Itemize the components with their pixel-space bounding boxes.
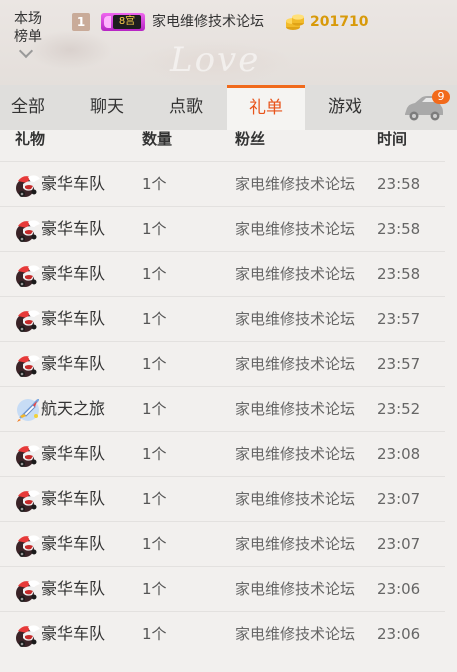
vip-wing-icon [104, 16, 111, 28]
table-row: 豪华车队 1个 家电维修技术论坛 23:06 [0, 611, 445, 657]
tab-all[interactable]: 全部 [0, 85, 56, 130]
fan-name[interactable]: 家电维修技术论坛 [235, 207, 355, 251]
gift-name: 豪华车队 [41, 174, 106, 193]
gift-time: 23:06 [377, 625, 421, 643]
gift-time: 23:57 [377, 310, 421, 328]
gift-quantity: 1个 [142, 490, 167, 508]
gift-quantity: 1个 [142, 400, 167, 418]
fan-name[interactable]: 家电维修技术论坛 [235, 162, 355, 206]
gift-name: 豪华车队 [41, 444, 106, 463]
header-time: 时间 [377, 130, 408, 148]
gift-time: 23:07 [377, 535, 421, 553]
gift-quantity: 1个 [142, 355, 167, 373]
fan-name[interactable]: 家电维修技术论坛 [235, 477, 355, 521]
car-count-badge: 9 [432, 90, 450, 104]
luxury-fleet-icon [14, 441, 42, 469]
tab-song-request[interactable]: 点歌 [157, 85, 215, 130]
header-quantity: 数量 [142, 130, 173, 148]
gift-time: 23:08 [377, 445, 421, 463]
gift-name: 豪华车队 [41, 534, 106, 553]
table-row: 豪华车队 1个 家电维修技术论坛 23:58 [0, 206, 445, 252]
table-row: 豪华车队 1个 家电维修技术论坛 23:57 [0, 341, 445, 387]
fan-name[interactable]: 家电维修技术论坛 [235, 567, 355, 611]
gift-table-header: 礼物 数量 粉丝 时间 [0, 130, 457, 160]
gift-time: 23:58 [377, 265, 421, 283]
tab-gift-list[interactable]: 礼单 [227, 85, 305, 130]
gift-time: 23:58 [377, 220, 421, 238]
gift-name: 豪华车队 [41, 354, 106, 373]
gift-name: 豪华车队 [41, 489, 106, 508]
rank-number-badge: 1 [72, 13, 90, 31]
table-row: 豪华车队 1个 家电维修技术论坛 23:58 [0, 161, 445, 207]
luxury-fleet-icon [14, 171, 42, 199]
fan-name[interactable]: 家电维修技术论坛 [235, 612, 355, 656]
table-row: 豪华车队 1个 家电维修技术论坛 23:07 [0, 521, 445, 567]
gift-name: 豪华车队 [41, 624, 106, 643]
gift-name: 豪华车队 [41, 219, 106, 238]
gift-time: 23:57 [377, 355, 421, 373]
header-fan: 粉丝 [235, 130, 266, 148]
tab-bar: 全部 聊天 点歌 礼单 游戏 [0, 85, 457, 130]
gift-name: 豪华车队 [41, 579, 106, 598]
table-row: 豪华车队 1个 家电维修技术论坛 23:58 [0, 251, 445, 297]
gift-quantity: 1个 [142, 625, 167, 643]
vip-level-badge: 8宫 [101, 13, 145, 31]
ranking-toggle[interactable]: 本场榜单 [14, 10, 48, 46]
gift-quantity: 1个 [142, 445, 167, 463]
fan-name[interactable]: 家电维修技术论坛 [235, 432, 355, 476]
fan-name[interactable]: 家电维修技术论坛 [235, 387, 355, 431]
tab-chat[interactable]: 聊天 [78, 85, 136, 130]
gift-quantity: 1个 [142, 265, 167, 283]
fan-name[interactable]: 家电维修技术论坛 [235, 522, 355, 566]
gift-name: 豪华车队 [41, 264, 106, 283]
luxury-fleet-icon [14, 576, 42, 604]
ranking-banner: Love 本场榜单 1 8宫 家电维修技术论坛 201710 [0, 0, 457, 85]
coin-stack-icon [286, 14, 304, 30]
gift-quantity: 1个 [142, 580, 167, 598]
table-row: 豪华车队 1个 家电维修技术论坛 23:57 [0, 296, 445, 342]
header-gift: 礼物 [15, 130, 46, 148]
table-row: 豪华车队 1个 家电维修技术论坛 23:08 [0, 431, 445, 477]
coin-amount: 201710 [310, 14, 369, 30]
luxury-fleet-icon [14, 261, 42, 289]
luxury-fleet-icon [14, 351, 42, 379]
gift-time: 23:06 [377, 580, 421, 598]
luxury-fleet-icon [14, 216, 42, 244]
fan-name[interactable]: 家电维修技术论坛 [235, 297, 355, 341]
top-user-name[interactable]: 家电维修技术论坛 [152, 12, 264, 32]
vip-level-label: 8宫 [113, 15, 141, 29]
fan-name[interactable]: 家电维修技术论坛 [235, 342, 355, 386]
luxury-fleet-icon [14, 306, 42, 334]
gift-quantity: 1个 [142, 535, 167, 553]
table-row: 航天之旅 1个 家电维修技术论坛 23:52 [0, 386, 445, 432]
table-row: 豪华车队 1个 家电维修技术论坛 23:06 [0, 566, 445, 612]
gift-time: 23:07 [377, 490, 421, 508]
luxury-fleet-icon [14, 486, 42, 514]
gift-quantity: 1个 [142, 220, 167, 238]
luxury-fleet-icon [14, 531, 42, 559]
gift-quantity: 1个 [142, 310, 167, 328]
banner-decoration: Love [170, 40, 261, 80]
table-row: 豪华车队 1个 家电维修技术论坛 23:07 [0, 476, 445, 522]
fan-name[interactable]: 家电维修技术论坛 [235, 252, 355, 296]
gift-quantity: 1个 [142, 175, 167, 193]
luxury-fleet-icon [14, 621, 42, 649]
chevron-down-icon[interactable] [18, 43, 34, 59]
gift-name: 豪华车队 [41, 309, 106, 328]
gift-time: 23:52 [377, 400, 421, 418]
gift-name: 航天之旅 [41, 399, 106, 418]
space-trip-icon [14, 396, 42, 424]
gift-time: 23:58 [377, 175, 421, 193]
tab-games[interactable]: 游戏 [316, 85, 374, 130]
